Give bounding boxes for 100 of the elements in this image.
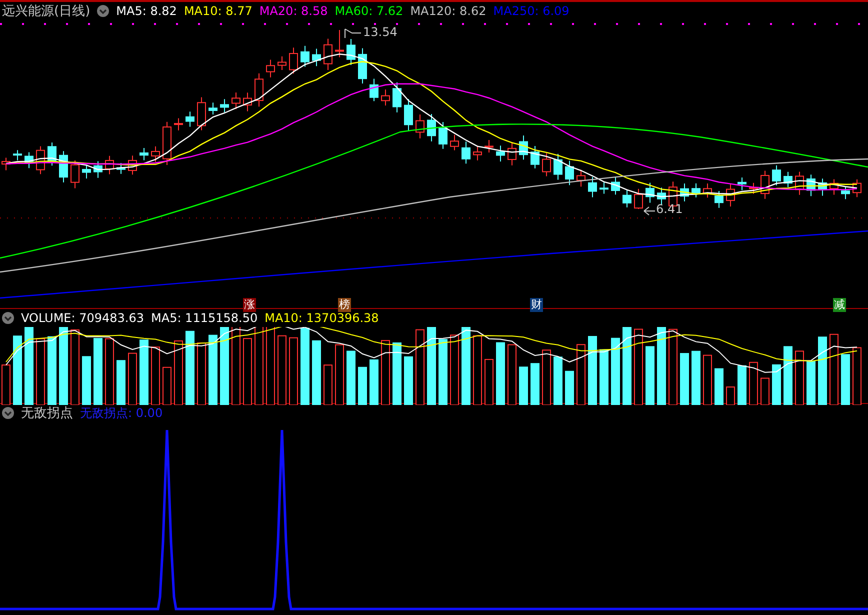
volume-bar (795, 350, 804, 405)
candlestick (542, 152, 551, 177)
volume-bar (565, 370, 574, 405)
volume-bar (680, 353, 689, 405)
ma-legend-value: MA60: 7.62 (334, 4, 404, 18)
candlestick (370, 78, 378, 102)
volume-bar (611, 338, 620, 405)
volume-bar (358, 366, 367, 405)
volume-bar (381, 340, 390, 405)
chevron-down-icon[interactable] (2, 312, 14, 324)
ma-legend-value: MA250: 6.09 (493, 4, 570, 18)
candlestick (692, 182, 700, 198)
candlestick (576, 169, 586, 188)
volume-bar (128, 352, 137, 405)
candlestick (726, 184, 735, 207)
volume-bar (312, 340, 321, 405)
volume-bar (703, 354, 712, 405)
candlestick (59, 150, 68, 183)
candlestick (358, 48, 367, 84)
candlestick (232, 92, 240, 110)
volume-legend-value: MA10: 1370396.38 (264, 311, 379, 325)
volume-bar (714, 368, 724, 405)
volume-bar (852, 347, 862, 405)
volume-bar (36, 338, 45, 405)
candlestick (830, 178, 838, 196)
candlestick (243, 92, 252, 112)
volume-bar (140, 340, 148, 405)
volume-bar (151, 346, 160, 405)
candlestick (657, 187, 666, 206)
volume-bar (162, 366, 172, 405)
candlestick (554, 153, 562, 180)
candlestick (128, 155, 137, 176)
candlestick (36, 146, 45, 175)
candlestick (646, 182, 654, 204)
candlestick (806, 174, 816, 197)
candlestick (565, 160, 574, 186)
volume-bar (324, 364, 332, 405)
volume-bar (450, 334, 459, 405)
candlestick (749, 182, 758, 194)
volume-bar (576, 344, 586, 405)
candlestick (220, 98, 229, 113)
candlestick (324, 38, 332, 70)
volume-bar (542, 350, 551, 405)
ma-legend-value: MA20: 8.58 (259, 4, 328, 18)
volume-bar (554, 356, 562, 405)
volume-bar (496, 342, 505, 405)
candlestick (254, 72, 264, 108)
candlestick (818, 178, 827, 196)
volume-bar (13, 336, 22, 405)
candlestick (473, 145, 482, 161)
chevron-down-icon[interactable] (2, 407, 14, 419)
candlestick (162, 121, 172, 166)
volume-bar (370, 359, 378, 405)
volume-bar (772, 364, 781, 405)
volume-legend-value: MA5: 1115158.50 (151, 311, 258, 325)
event-marker[interactable]: 榜 (338, 298, 351, 312)
event-marker[interactable]: 涨 (243, 298, 256, 312)
candlestick (392, 82, 402, 113)
candlestick (278, 56, 286, 71)
candlestick (24, 152, 34, 169)
candlestick (151, 146, 160, 162)
candlestick (841, 186, 850, 200)
candlestick (519, 135, 528, 160)
volume-bar (94, 338, 102, 405)
volume-bar (473, 335, 482, 405)
candlestick (738, 176, 746, 191)
chevron-down-icon[interactable] (97, 5, 110, 17)
candlestick (496, 145, 505, 162)
volume-bar (726, 386, 735, 405)
ma-legend-value: MA120: 8.62 (410, 4, 486, 18)
event-marker[interactable]: 减 (833, 298, 846, 312)
candlestick (94, 160, 102, 178)
candlestick (266, 59, 275, 78)
candlestick (784, 171, 792, 188)
volume-bar (508, 344, 516, 405)
event-marker[interactable]: 财 (530, 298, 543, 312)
volume-bar (519, 366, 528, 405)
volume-bar (830, 334, 838, 405)
candlestick (289, 47, 298, 74)
candlestick (174, 118, 183, 131)
volume-bar (392, 342, 402, 405)
candlestick (208, 102, 218, 115)
volume-bar (588, 336, 597, 405)
volume-legend-value: VOLUME: 709483.63 (21, 311, 144, 325)
candlestick (622, 189, 632, 208)
ma-legend-value: MA5: 8.82 (116, 4, 177, 18)
candlestick (530, 145, 540, 169)
candlestick (438, 121, 448, 150)
volume-bar (484, 358, 494, 405)
volume-bar (346, 350, 356, 405)
volume-bar (404, 356, 413, 405)
candlestick (508, 142, 516, 166)
candlestick (852, 178, 862, 198)
candlestick (13, 150, 22, 161)
volume-bar (806, 361, 816, 405)
volume-bar (116, 360, 126, 405)
candlestick (760, 170, 770, 200)
volume-bar (784, 346, 792, 405)
volume-bar (818, 336, 827, 405)
volume-bar (530, 363, 540, 405)
